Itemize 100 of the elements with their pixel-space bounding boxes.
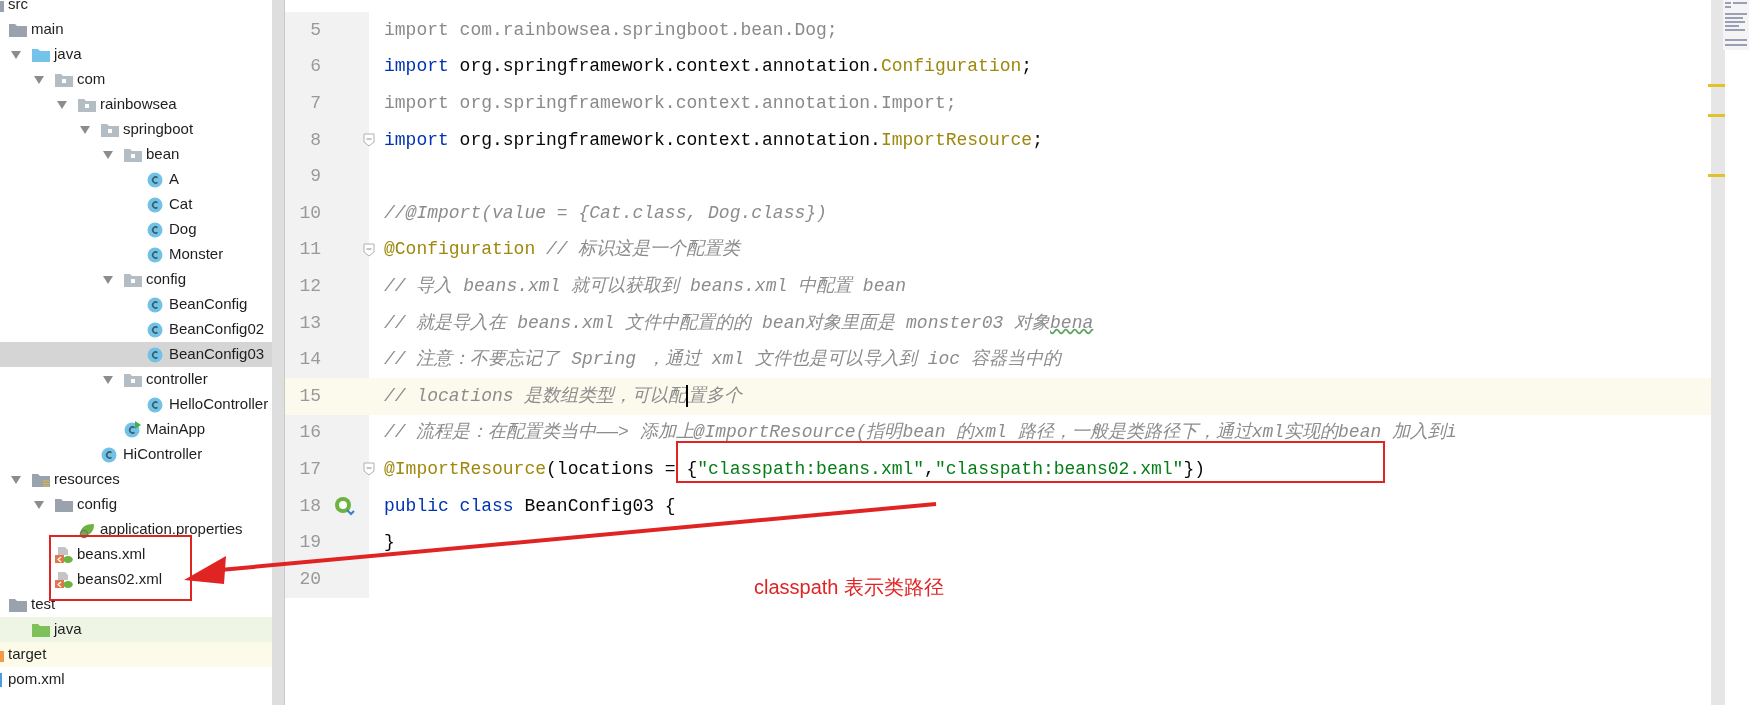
code-text: org.springframework.context.annotation. [458, 128, 881, 152]
tree-item[interactable]: src [0, 0, 272, 17]
tree-item[interactable]: config [0, 492, 272, 517]
tree-item[interactable]: pom.xml [0, 667, 272, 692]
tree-item-label: resources [54, 469, 120, 490]
expanded-arrow-icon[interactable] [102, 149, 114, 160]
line-number: 15 [298, 384, 321, 408]
tree-item-label: Monster [169, 244, 224, 265]
code-text: // 注意：不要忘记了 Spring ，通过 xml 文件也是可以导入到 ioc 容器当中的 [384, 347, 1061, 372]
tree-item[interactable]: HelloController [0, 392, 272, 417]
tree-item-label: com [77, 69, 106, 90]
code-text: // 就是导入在 beans.xml 文件中配置的的 bean对象里面是 monster03 对象 [384, 311, 1051, 335]
tree-item[interactable]: springboot [0, 117, 272, 142]
fold-marker-icon[interactable] [363, 462, 375, 477]
line-number: 19 [298, 531, 321, 555]
code-text: BeanConfig03 { [523, 494, 676, 518]
folder-icon [9, 597, 27, 612]
tree-item[interactable]: rainbowsea [0, 92, 272, 117]
tree-item[interactable]: com [0, 67, 272, 92]
tree-item[interactable]: Monster [0, 242, 272, 267]
editor-scrollbar[interactable] [1711, 0, 1725, 705]
tree-item-label: main [31, 19, 64, 40]
code-text: import org.springframework.context.annotation.Import; [384, 92, 957, 115]
tree-item[interactable]: target [0, 642, 272, 667]
line-number: 7 [309, 92, 321, 115]
expanded-arrow-icon[interactable] [79, 124, 91, 135]
tree-item-label: pom.xml [8, 669, 65, 690]
tree-item-label: BeanConfig02 [169, 319, 265, 340]
tree-item[interactable]: main [0, 17, 272, 42]
line-number: 20 [298, 567, 321, 591]
class-icon [147, 170, 165, 189]
resource-folder-icon [32, 472, 50, 487]
code-text: import [384, 55, 449, 79]
line-number: 12 [298, 274, 321, 298]
line-number: 5 [309, 18, 321, 42]
tree-item[interactable]: BeanConfig02 [0, 317, 272, 342]
tree-item[interactable]: BeanConfig [0, 292, 272, 317]
line-number: 18 [298, 494, 321, 518]
class-icon [147, 395, 165, 414]
tree-item[interactable]: test [0, 592, 272, 617]
tree-item-label: HiController [123, 444, 203, 465]
expanded-arrow-icon[interactable] [102, 274, 114, 285]
bean-gutter-icon[interactable] [333, 495, 355, 517]
tree-item[interactable]: resources [0, 467, 272, 492]
class-icon [147, 245, 165, 264]
expanded-arrow-icon[interactable] [10, 49, 22, 60]
tree-scrollbar[interactable] [272, 0, 284, 705]
tree-item-label: target [8, 644, 47, 665]
line-number: 11 [298, 238, 321, 262]
tree-item[interactable]: bean [0, 142, 272, 167]
package-folder-icon [78, 97, 96, 112]
tree-item[interactable]: HiController [0, 442, 272, 467]
code-text: }) [1183, 457, 1205, 481]
tree-item[interactable]: BeanConfig03 [0, 342, 272, 367]
tree-item-label: controller [146, 369, 208, 390]
code-text: // 标识这是一个配置类 [545, 238, 741, 262]
tree-item[interactable]: controller [0, 367, 272, 392]
expanded-arrow-icon[interactable] [102, 374, 114, 385]
code-text: //@Import(value = {Cat.class, Dog.class}) [384, 201, 827, 225]
tree-item[interactable]: beans02.xml [0, 567, 272, 592]
tree-item[interactable]: MainApp [0, 417, 272, 442]
tree-item-label: HelloController [169, 394, 269, 415]
tree-item[interactable]: Dog [0, 217, 272, 242]
class-icon [147, 195, 165, 214]
code-text: import com.rainbowsea.springboot.bean.Dog; [384, 18, 838, 42]
tree-item-label: application.properties [100, 519, 243, 540]
tree-item-label: MainApp [146, 419, 206, 440]
package-folder-icon [124, 272, 142, 287]
fold-marker-icon[interactable] [363, 242, 375, 257]
code-text: ; [1032, 128, 1043, 152]
tree-item[interactable]: beans.xml [0, 542, 272, 567]
annotation-text: classpath 表示类路径 [754, 575, 945, 600]
line-number: 8 [309, 128, 321, 152]
expanded-arrow-icon[interactable] [33, 74, 45, 85]
expanded-arrow-icon[interactable] [33, 499, 45, 510]
tree-item[interactable]: A [0, 167, 272, 192]
tree-item-label: BeanConfig [169, 294, 248, 315]
tree-item[interactable]: java [0, 617, 272, 642]
tree-item-label: BeanConfig03 [169, 344, 265, 365]
tree-item[interactable]: config [0, 267, 272, 292]
package-folder-icon [124, 147, 142, 162]
code-text: // 导入 beans.xml 就可以获取到 beans.xml 中配置 bean [384, 274, 907, 298]
tree-item[interactable]: Cat [0, 192, 272, 217]
tree-item[interactable]: java [0, 42, 272, 67]
line-number: 16 [298, 421, 321, 445]
folder-icon [55, 497, 73, 512]
line-number: 10 [298, 201, 321, 225]
tree-item-label: springboot [123, 119, 194, 140]
line-number: 14 [298, 348, 321, 372]
code-text: import [384, 128, 449, 152]
xml-file-icon [55, 545, 73, 564]
package-folder-icon [55, 72, 73, 87]
expanded-arrow-icon[interactable] [10, 474, 22, 485]
expanded-arrow-icon[interactable] [56, 99, 68, 110]
line-number: 13 [298, 311, 321, 335]
code-text: bena [1050, 311, 1094, 335]
code-text: ImportResource [880, 128, 1033, 152]
code-text: Configuration [880, 55, 1022, 79]
fold-marker-icon[interactable] [363, 133, 375, 148]
tree-item[interactable]: application.properties [0, 517, 272, 542]
